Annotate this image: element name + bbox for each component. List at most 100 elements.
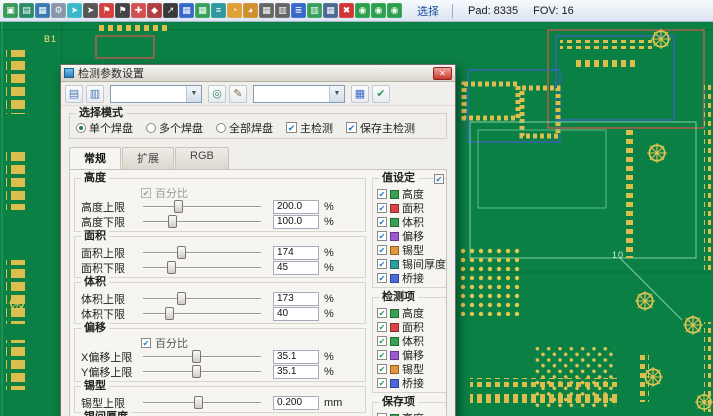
area-lower-slider[interactable]: [143, 261, 261, 274]
image-icon[interactable]: ▣: [3, 3, 18, 18]
apply-grid-icon[interactable]: ▦: [351, 85, 369, 103]
layers-icon[interactable]: ≡: [211, 3, 226, 18]
item-checkbox[interactable]: ✔: [377, 336, 387, 346]
item-checkbox[interactable]: ✔: [377, 322, 387, 332]
radio-multi-pad[interactable]: 多个焊盘: [146, 120, 203, 136]
copy-template-icon[interactable]: ▥: [86, 85, 104, 103]
pin-dark-icon[interactable]: ⚑: [115, 3, 130, 18]
shape-upper-input[interactable]: [273, 396, 319, 410]
volume-lower-slider[interactable]: [143, 307, 261, 320]
new-template-icon[interactable]: ▤: [65, 85, 83, 103]
slider-thumb[interactable]: [192, 365, 201, 378]
history-icon[interactable]: ◕: [243, 3, 258, 18]
radio-all-pads[interactable]: 全部焊盘: [216, 120, 273, 136]
stats-icon[interactable]: ▥: [307, 3, 322, 18]
tab-extended[interactable]: 扩展: [122, 147, 174, 169]
y-offset-upper-input[interactable]: [273, 365, 319, 379]
monitor-icon[interactable]: ▦: [35, 3, 50, 18]
item-checkbox[interactable]: ✔: [377, 350, 387, 360]
value-setting-group-item-solder-shape[interactable]: ✔锡型: [377, 243, 446, 257]
detect-items-group-item-volume[interactable]: ✔体积: [377, 334, 446, 348]
item-checkbox[interactable]: ✔: [377, 378, 387, 388]
tab-rgb[interactable]: RGB: [175, 147, 229, 169]
item-checkbox[interactable]: ✔: [377, 273, 387, 283]
item-checkbox[interactable]: ✔: [377, 364, 387, 374]
height-upper-input[interactable]: [273, 200, 319, 214]
table-alt-icon[interactable]: ▥: [275, 3, 290, 18]
tools-icon[interactable]: ⚙: [51, 3, 66, 18]
cursor-dark-icon[interactable]: ➤: [83, 3, 98, 18]
slider-thumb[interactable]: [192, 350, 201, 363]
shape-upper-slider[interactable]: [143, 396, 261, 409]
tab-general[interactable]: 常规: [69, 147, 121, 169]
volume-upper-input[interactable]: [273, 292, 319, 306]
item-checkbox[interactable]: ✔: [377, 245, 387, 255]
detect-items-group-item-bridge[interactable]: ✔桥接: [377, 376, 446, 390]
detect-items-group-item-solder-shape[interactable]: ✔锡型: [377, 362, 446, 376]
close-icon[interactable]: ✕: [433, 67, 452, 80]
slider-thumb[interactable]: [177, 292, 186, 305]
detect-items-group-item-height[interactable]: ✔高度: [377, 306, 446, 320]
height-upper-slider[interactable]: [143, 200, 261, 213]
pin-red-icon[interactable]: ⚑: [99, 3, 114, 18]
detect-items-group-item-area[interactable]: ✔面积: [377, 320, 446, 334]
volume-lower-input[interactable]: [273, 307, 319, 321]
item-checkbox[interactable]: ✔: [377, 217, 387, 227]
slider-thumb[interactable]: [194, 396, 203, 409]
percent-checkbox[interactable]: ✔: [141, 188, 151, 198]
detect-items-group-item-offset[interactable]: ✔偏移: [377, 348, 446, 362]
item-checkbox[interactable]: ✔: [377, 259, 387, 269]
item-checkbox[interactable]: ✔: [377, 308, 387, 318]
edit-icon[interactable]: ✎: [229, 85, 247, 103]
clock-icon[interactable]: ◔: [227, 3, 242, 18]
save-settings-icon[interactable]: ✔: [372, 85, 390, 103]
delete-icon[interactable]: ✖: [339, 3, 354, 18]
value-setting-group-item-height[interactable]: ✔高度: [377, 187, 446, 201]
table-icon[interactable]: ▦: [259, 3, 274, 18]
slider-thumb[interactable]: [174, 200, 183, 213]
grid-blue-icon[interactable]: ▦: [179, 3, 194, 18]
save-items-group-item-height[interactable]: 高度: [377, 411, 446, 416]
chevron-down-icon[interactable]: ▼: [329, 86, 344, 102]
pick-target-icon[interactable]: ◎: [208, 85, 226, 103]
height-lower-input[interactable]: [273, 215, 319, 229]
value-setting-group-item-area[interactable]: ✔面积: [377, 201, 446, 215]
value-setting-group-item-offset[interactable]: ✔偏移: [377, 229, 446, 243]
x-offset-upper-slider[interactable]: [143, 350, 261, 363]
list-blue-icon[interactable]: ≣: [291, 3, 306, 18]
check-main-detect[interactable]: ✔主检测: [286, 120, 333, 136]
run-go-icon[interactable]: ◉: [387, 3, 402, 18]
value-setting-group-item-solder-thickness[interactable]: ✔锡间厚度: [377, 257, 446, 271]
slider-thumb[interactable]: [165, 307, 174, 320]
slider-thumb[interactable]: [168, 215, 177, 228]
tag-icon[interactable]: ◆: [147, 3, 162, 18]
run-play-icon[interactable]: ◉: [371, 3, 386, 18]
item-checkbox[interactable]: ✔: [377, 189, 387, 199]
dialog-titlebar[interactable]: 检测参数设置 ✕: [61, 65, 455, 82]
grid-green-icon[interactable]: ▦: [195, 3, 210, 18]
volume-upper-slider[interactable]: [143, 292, 261, 305]
area-upper-input[interactable]: [273, 246, 319, 260]
check-save-main-detect[interactable]: ✔保存主检测: [346, 120, 415, 136]
area-lower-input[interactable]: [273, 261, 319, 275]
arrow-icon[interactable]: ↗: [163, 3, 178, 18]
crosshair-icon[interactable]: ✚: [131, 3, 146, 18]
chevron-down-icon[interactable]: ▼: [186, 86, 201, 102]
template-combo-2[interactable]: ▼: [253, 85, 345, 103]
value-setting-group-item-bridge[interactable]: ✔桥接: [377, 271, 446, 285]
cursor-cyan-icon[interactable]: ➤: [67, 3, 82, 18]
slider-thumb[interactable]: [177, 246, 186, 259]
calculator-icon[interactable]: ▦: [323, 3, 338, 18]
slider-thumb[interactable]: [167, 261, 176, 274]
radio-single-pad[interactable]: 单个焊盘: [76, 120, 133, 136]
item-checkbox[interactable]: ✔: [377, 231, 387, 241]
run-up-icon[interactable]: ◉: [355, 3, 370, 18]
x-offset-upper-input[interactable]: [273, 350, 319, 364]
item-checkbox[interactable]: ✔: [377, 203, 387, 213]
height-lower-slider[interactable]: [143, 215, 261, 228]
value-setting-group-item-volume[interactable]: ✔体积: [377, 215, 446, 229]
board-icon[interactable]: ▤: [19, 3, 34, 18]
select-all-checkbox[interactable]: ✔: [434, 174, 444, 184]
area-upper-slider[interactable]: [143, 246, 261, 259]
template-combo-1[interactable]: ▼: [110, 85, 202, 103]
